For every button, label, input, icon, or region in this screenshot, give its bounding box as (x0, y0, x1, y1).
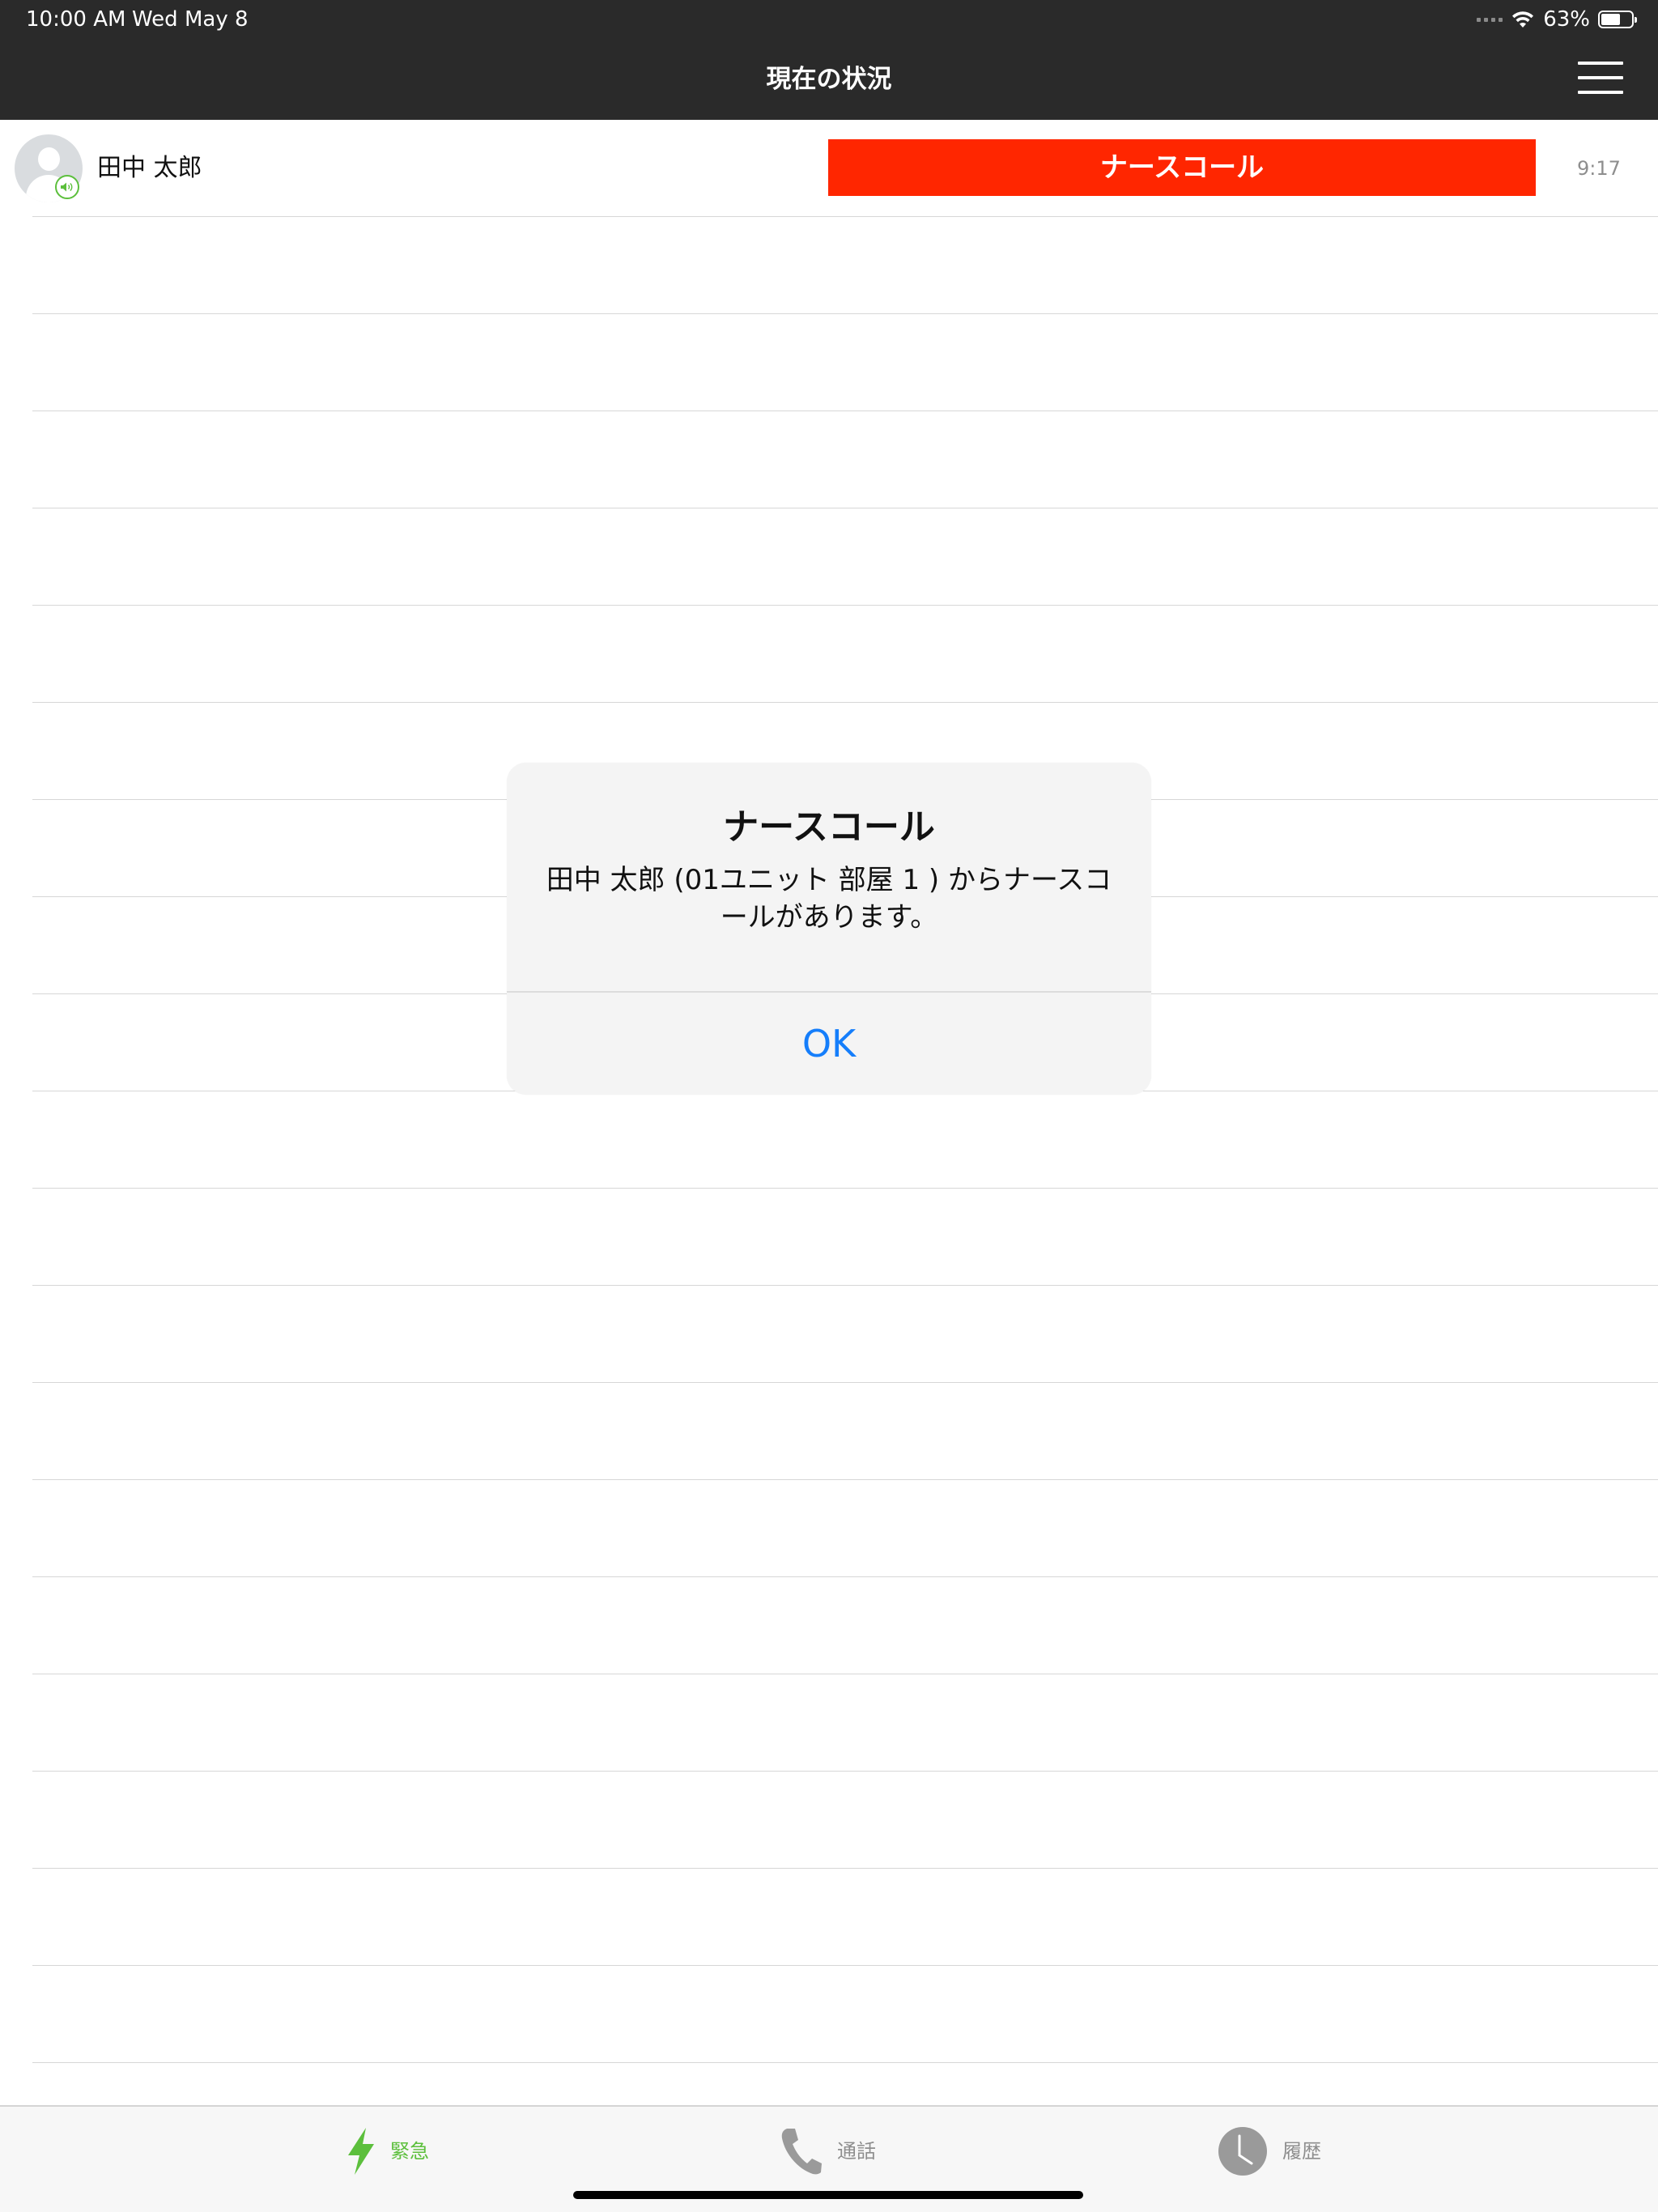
list-item[interactable]: 田中 太郎 ナースコール 9:17 (0, 120, 1658, 217)
tab-call-label: 通話 (837, 2140, 876, 2163)
tab-emergency-label: 緊急 (390, 2140, 429, 2163)
list-item (0, 508, 1658, 606)
list-item (0, 1480, 1658, 1577)
battery-fill (1601, 14, 1620, 25)
alert-message: 田中 太郎 (01ユニット 部屋 1 ) からナースコールがあります。 (546, 864, 1112, 934)
battery-percentage: 63% (1543, 7, 1590, 32)
list-item (0, 1091, 1658, 1189)
tab-history[interactable]: 履歴 (1218, 2123, 1321, 2180)
phone-icon (781, 2129, 822, 2175)
alert-title: ナースコール (723, 806, 935, 848)
wifi-icon (1512, 11, 1534, 28)
list-item (0, 1383, 1658, 1480)
nurse-call-alert: ナースコール 田中 太郎 (01ユニット 部屋 1 ) からナースコールがありま… (507, 763, 1151, 1095)
list-item (0, 314, 1658, 411)
list-item (0, 606, 1658, 703)
list-item (0, 1286, 1658, 1383)
call-time: 9:17 (1577, 157, 1621, 180)
tab-call[interactable]: 通話 (780, 2123, 876, 2180)
list-item (0, 1577, 1658, 1674)
list-item (0, 1966, 1658, 2063)
status-date: Wed May 8 (132, 7, 249, 32)
top-bar: 10:00 AM Wed May 8 63% 現在の状況 (0, 0, 1658, 120)
status-time: 10:00 AM (26, 7, 126, 32)
status-indicators: 63% (1477, 6, 1637, 32)
hamburger-icon[interactable] (1578, 62, 1623, 94)
list-item (0, 1772, 1658, 1869)
list-item (0, 1869, 1658, 1966)
list-item (0, 1189, 1658, 1286)
status-list: 田中 太郎 ナースコール 9:17 (0, 120, 1658, 2160)
cellular-signal-icon (1477, 17, 1503, 22)
home-indicator[interactable] (573, 2191, 1083, 2199)
lightning-icon (348, 2128, 374, 2175)
speaker-icon (55, 175, 79, 199)
tab-history-label: 履歴 (1282, 2140, 1321, 2163)
list-item (0, 411, 1658, 508)
list-item (0, 1674, 1658, 1772)
tab-emergency[interactable]: 緊急 (346, 2123, 429, 2180)
page-title: 現在の状況 (766, 65, 892, 94)
resident-name: 田中 太郎 (97, 154, 202, 182)
battery-icon (1598, 11, 1637, 28)
clock-icon (1218, 2127, 1267, 2176)
status-badge: ナースコール (828, 139, 1536, 196)
list-item (0, 217, 1658, 314)
ok-button[interactable]: OK (507, 993, 1151, 1095)
